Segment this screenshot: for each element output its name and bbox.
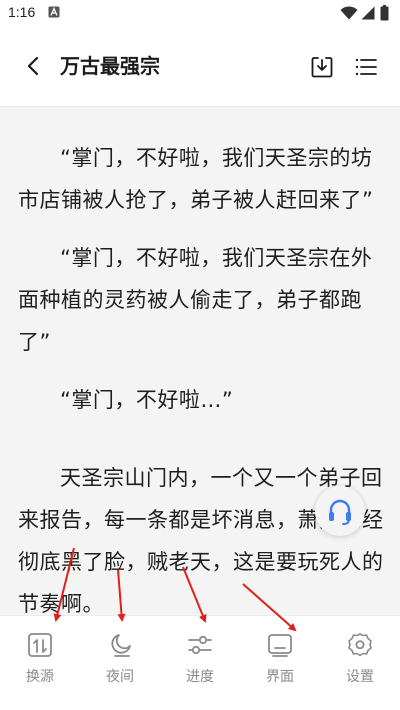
bottom-toolbar: 换源 夜间 进度 界面 设置 [0,615,400,710]
progress-slider-icon [188,635,212,655]
book-title: 万古最强宗 [60,54,160,78]
settings-gear-icon [348,633,372,657]
tool-label: 进度 [186,669,214,685]
status-bar: 1:16 [0,0,400,28]
a-notification-icon [48,6,60,18]
listen-audio-button[interactable] [315,486,365,536]
back-button[interactable] [18,50,50,82]
tool-label: 夜间 [106,669,134,685]
tool-settings[interactable]: 设置 [320,632,400,692]
tool-progress[interactable]: 进度 [160,632,240,692]
battery-icon [380,5,389,21]
night-mode-icon [111,634,131,657]
tool-label: 界面 [266,669,294,685]
paragraph: “掌门，不好啦…” [60,388,234,412]
tool-switch-source[interactable]: 换源 [0,632,80,692]
paragraph: “掌门，不好啦，我们天圣宗在外面种植的灵药被人偷走了，弟子都跑了” [18,246,373,354]
status-time: 1:16 [8,4,36,20]
switch-source-icon [28,633,52,657]
tool-interface[interactable]: 界面 [240,632,320,692]
tool-label: 换源 [26,669,54,685]
download-button[interactable] [306,51,338,83]
app-bar: 万古最强宗 [0,28,400,107]
reading-content[interactable]: “掌门，不好啦，我们天圣宗的坊市店铺被人抢了，弟子被人赶回来了” “掌门，不好啦… [0,107,400,615]
cellular-icon [361,6,375,20]
menu-list-icon [355,58,377,76]
menu-button[interactable] [350,51,382,83]
tool-label: 设置 [346,669,374,685]
interface-icon [268,634,292,657]
reader-screen: 1:16 万古最强宗 “掌门，不好啦，我们天圣宗的坊市店铺被人抢了，弟子被人赶回… [0,0,400,710]
headphones-icon [329,499,351,525]
back-arrow-icon [27,56,39,76]
paragraph: 天圣宗山门内，一个又一个弟子回来报告，每一条都是坏消息，萧笑已经彻底黑了脸，贼老… [18,466,384,615]
wifi-icon [340,6,358,20]
tool-night-mode[interactable]: 夜间 [80,632,160,692]
download-icon [311,57,333,78]
paragraph: “掌门，不好啦，我们天圣宗的坊市店铺被人抢了，弟子被人赶回来了” [18,146,374,212]
